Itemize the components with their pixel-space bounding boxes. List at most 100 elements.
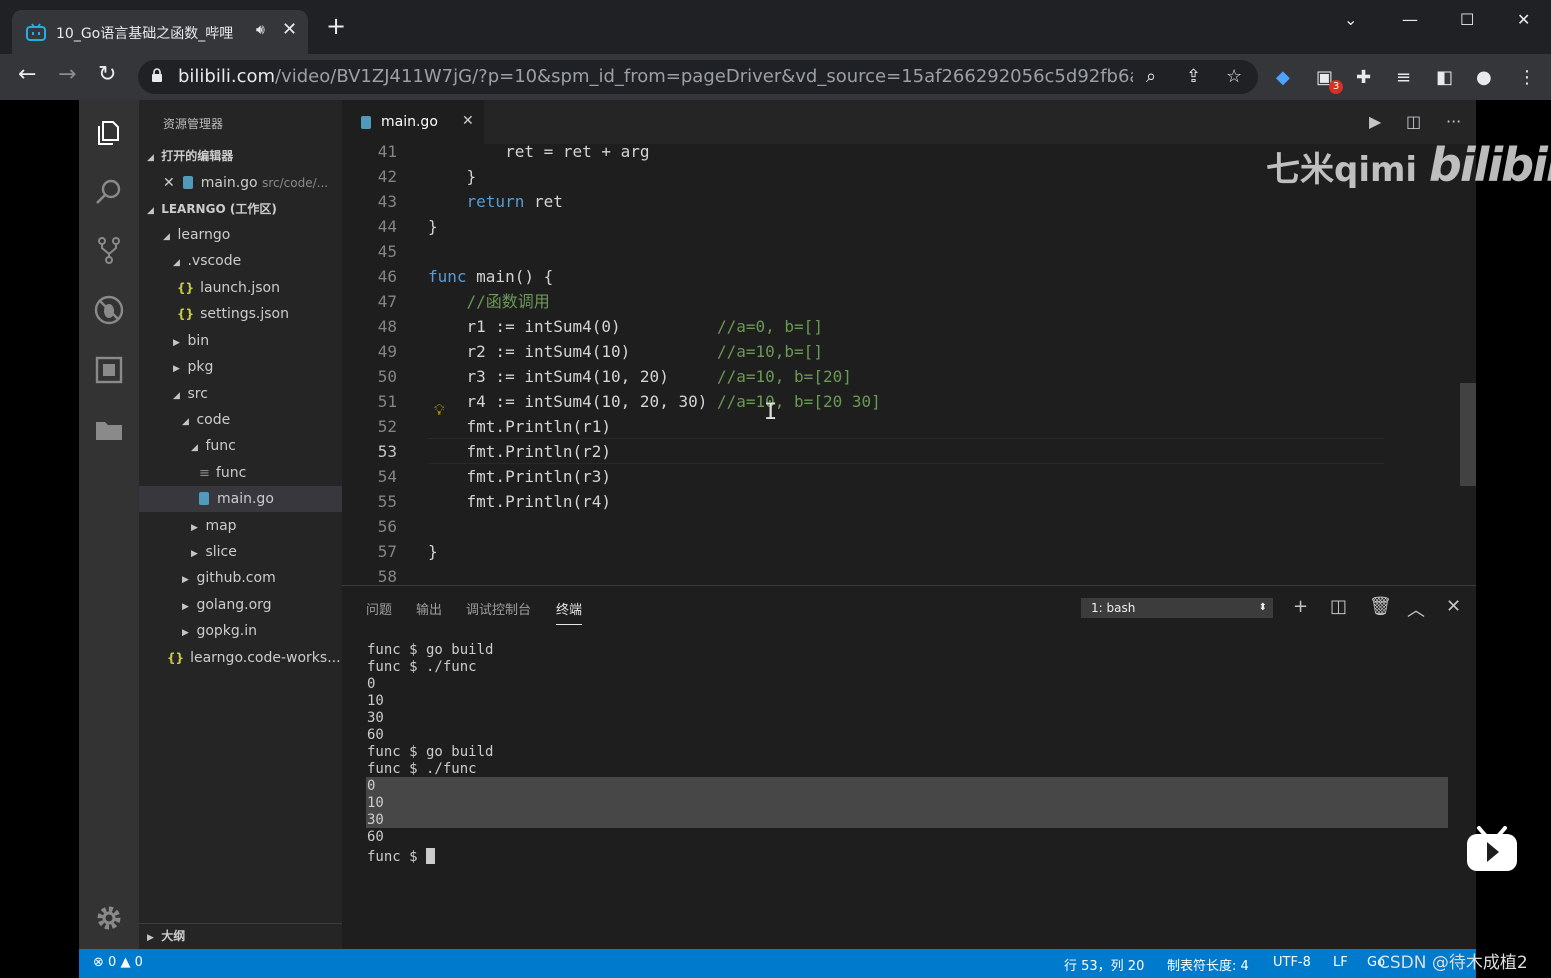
menu-icon[interactable]: ⋮ — [1518, 67, 1536, 88]
tree-folder-func[interactable]: ◢ func — [139, 433, 342, 459]
editor-tab-main-go[interactable]: main.go ✕ — [342, 100, 484, 144]
tab-search-chevron-icon[interactable]: ⌄ — [1344, 10, 1357, 29]
terminal-line: func $ ./func — [367, 659, 477, 675]
tree-folder-gopkg[interactable]: ▶ gopkg.in — [139, 618, 342, 644]
folder-icon[interactable] — [93, 414, 125, 446]
tree-file-main-go[interactable]: main.go — [139, 486, 342, 512]
new-terminal-icon[interactable]: + — [1293, 596, 1308, 617]
tree-folder-golang[interactable]: ▶ golang.org — [139, 592, 342, 618]
share-icon[interactable]: ⇪ — [1186, 66, 1201, 87]
tree-folder-slice[interactable]: ▶ slice — [139, 539, 342, 565]
eol-status[interactable]: LF — [1333, 955, 1348, 970]
minimize-button[interactable]: — — [1402, 10, 1418, 29]
tree-folder-pkg[interactable]: ▶ pkg — [139, 354, 342, 380]
tree-folder-learngo[interactable]: ◢ learngo — [139, 222, 342, 248]
open-editors-header[interactable]: ◢ 打开的编辑器 — [139, 144, 342, 168]
code-line[interactable]: 52 fmt.Println(r1) — [342, 414, 1442, 439]
address-bar[interactable]: bilibili.com/video/BV1ZJ411W7jG/?p=10&sp… — [138, 60, 1258, 94]
code-line[interactable]: 48 r1 := intSum4(0) //a=0, b=[] — [342, 314, 1442, 339]
debug-icon[interactable] — [93, 294, 125, 326]
problems-status[interactable]: ⊗ 0 ▲ 0 — [93, 955, 143, 970]
tab-problems[interactable]: 问题 — [366, 599, 392, 618]
line-text: r2 := intSum4(10) //a=10,b=[] — [428, 342, 823, 361]
tree-folder-code[interactable]: ◢ code — [139, 407, 342, 433]
cursor-position[interactable]: 行 53，列 20 — [1064, 955, 1144, 974]
terminal-line: 10 — [367, 693, 384, 709]
code-line[interactable]: 49 r2 := intSum4(10) //a=10,b=[] — [342, 339, 1442, 364]
code-line[interactable]: 58 — [342, 564, 1442, 585]
code-line[interactable]: 50 r3 := intSum4(10, 20) //a=10, b=[20] — [342, 364, 1442, 389]
code-line[interactable]: 51 r4 := intSum4(10, 20, 30) //a=10, b=[… — [342, 389, 1442, 414]
tree-file-launch-json[interactable]: {} launch.json — [139, 275, 342, 301]
new-tab-button[interactable]: + — [326, 14, 346, 38]
tab-close-icon[interactable]: ✕ — [462, 113, 474, 129]
terminal-prompt[interactable]: func $ — [367, 848, 1447, 865]
code-line[interactable]: 55 fmt.Println(r4) — [342, 489, 1442, 514]
code-line[interactable]: 46 func main() { — [342, 264, 1442, 289]
bookmark-star-icon[interactable]: ☆ — [1226, 66, 1242, 87]
code-line[interactable]: 43 return ret — [342, 189, 1442, 214]
tree-folder-bin[interactable]: ▶ bin — [139, 328, 342, 354]
code-line[interactable]: 44} — [342, 214, 1442, 239]
tab-close-icon[interactable]: ✕ — [282, 19, 297, 40]
reload-button[interactable]: ↻ — [98, 63, 116, 87]
code-area[interactable]: 41 ret = ret + arg 42 } 43 return ret 44} 45… — [342, 140, 1476, 585]
terminal-line: func $ go build — [367, 642, 494, 658]
puzzle-icon[interactable]: ✚ — [1356, 67, 1371, 88]
tab-output[interactable]: 输出 — [416, 599, 442, 618]
tree-folder-map[interactable]: ▶ map — [139, 513, 342, 539]
tree-file-func[interactable]: ≡ func — [139, 460, 342, 486]
maximize-panel-icon[interactable]: ︿ — [1407, 596, 1425, 622]
line-number: 46 — [377, 267, 397, 286]
search-icon[interactable] — [93, 176, 125, 208]
code-line[interactable]: 57} — [342, 539, 1442, 564]
tree-file-settings-json[interactable]: {} settings.json — [139, 301, 342, 327]
tab-debug-console[interactable]: 调试控制台 — [466, 599, 531, 618]
more-actions-icon[interactable]: ··· — [1446, 112, 1461, 131]
back-button[interactable]: ← — [18, 63, 36, 87]
tab-size-status[interactable]: 制表符长度: 4 — [1167, 955, 1249, 974]
source-control-icon[interactable] — [93, 234, 125, 266]
browser-tab[interactable]: 10_Go语言基础之函数_哔哩 🔊︎ ✕ — [12, 10, 308, 54]
close-icon[interactable]: ✕ — [163, 175, 175, 191]
gear-icon[interactable] — [93, 902, 125, 934]
explorer-icon[interactable] — [93, 116, 125, 148]
editor-scrollbar[interactable] — [1460, 383, 1476, 486]
zoom-icon[interactable]: ⌕ — [1146, 66, 1156, 87]
code-line[interactable]: 47 //函数调用 — [342, 289, 1442, 314]
bilibili-play-icon[interactable] — [1466, 826, 1518, 872]
maximize-button[interactable]: ☐ — [1460, 10, 1474, 29]
outline-header[interactable]: ▶ 大纲 — [139, 923, 342, 947]
tree-file-workspace[interactable]: {} learngo.code-works... — [139, 645, 342, 671]
extensions-icon[interactable] — [93, 354, 125, 386]
profile-icon[interactable]: ● — [1476, 67, 1492, 88]
tree-folder-github[interactable]: ▶ github.com — [139, 565, 342, 591]
forward-button[interactable]: → — [58, 63, 76, 87]
workspace-header[interactable]: ◢ LEARNGO (工作区) — [139, 197, 342, 221]
speaker-icon[interactable]: 🔊︎ — [256, 22, 265, 38]
split-terminal-icon[interactable]: ◫ — [1330, 596, 1347, 617]
close-window-button[interactable]: ✕ — [1517, 10, 1530, 29]
terminal-select[interactable]: 1: bash ⬍ — [1081, 598, 1273, 618]
code-line[interactable]: 45 — [342, 239, 1442, 264]
close-panel-icon[interactable]: ✕ — [1446, 596, 1461, 617]
trash-icon[interactable]: 🗑︎ — [1369, 596, 1392, 617]
lightbulb-icon[interactable]: 💡︎ — [434, 401, 445, 419]
tab-terminal[interactable]: 终端 — [556, 599, 583, 625]
bilibili-watermark: 七米qimi bilibili — [1266, 138, 1551, 192]
code-line[interactable]: 53 fmt.Println(r2) — [342, 439, 1442, 464]
side-panel-icon[interactable]: ◧ — [1436, 67, 1453, 88]
line-text: } — [428, 167, 477, 186]
line-text: func main() { — [428, 267, 554, 286]
tree-folder-src[interactable]: ◢ src — [139, 381, 342, 407]
code-line[interactable]: 56 — [342, 514, 1442, 539]
code-line[interactable]: 54 fmt.Println(r3) — [342, 464, 1442, 489]
tree-folder-vscode[interactable]: ◢ .vscode — [139, 248, 342, 274]
line-number: 58 — [377, 567, 397, 585]
split-editor-icon[interactable]: ◫ — [1406, 112, 1421, 131]
open-editor-item[interactable]: ✕ main.go src/code/... — [139, 170, 342, 196]
diamond-extension-icon[interactable]: ◆ — [1276, 67, 1290, 88]
encoding-status[interactable]: UTF-8 — [1273, 955, 1311, 970]
run-icon[interactable]: ▶ — [1369, 112, 1381, 131]
media-icon[interactable]: ≡ — [1396, 67, 1411, 88]
